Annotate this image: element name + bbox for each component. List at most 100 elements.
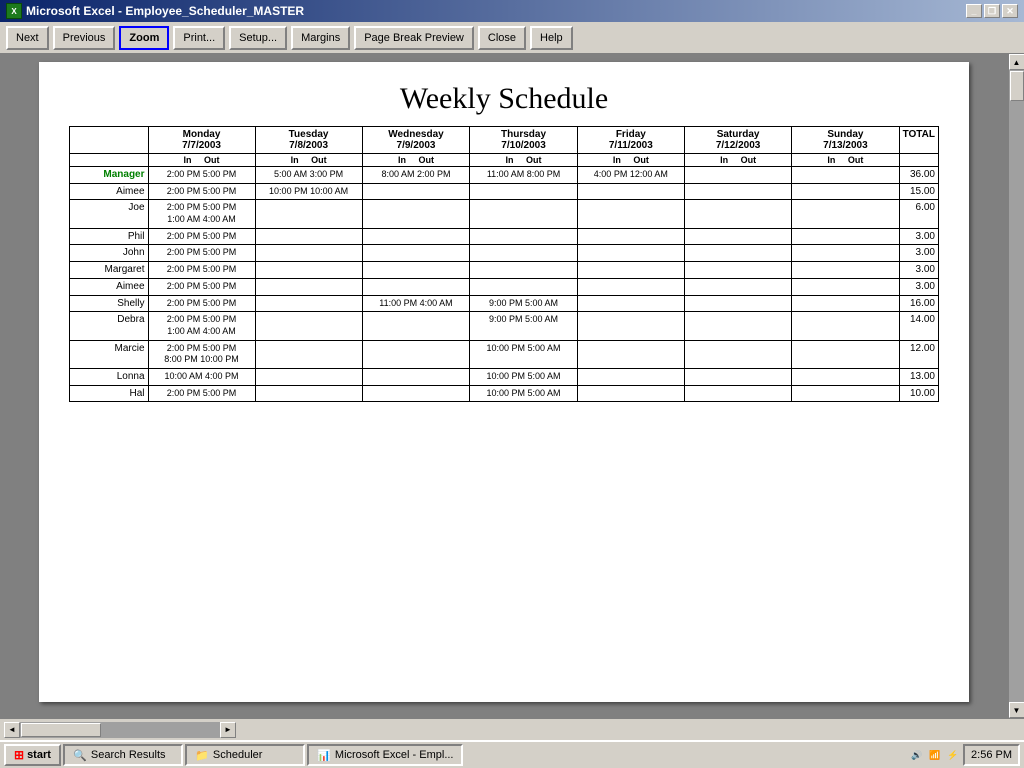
thursday-cell: 10:00 PM 5:00 AM: [470, 340, 577, 368]
saturday-header: Saturday7/12/2003: [684, 127, 791, 154]
employee-name: Hal: [70, 385, 149, 402]
window-title: Microsoft Excel - Employee_Scheduler_MAS…: [26, 4, 304, 18]
table-row: Phil2:00 PM 5:00 PM3.00: [70, 228, 939, 245]
minimize-button[interactable]: _: [966, 4, 982, 18]
thursday-cell: [470, 278, 577, 295]
wednesday-cell: [362, 385, 470, 402]
sunday-cell: [792, 183, 899, 200]
page-preview: Weekly Schedule Monday7/7/2003 Tuesday7/…: [39, 62, 969, 702]
close-button[interactable]: Close: [478, 26, 526, 50]
sunday-cell: [792, 295, 899, 312]
monday-cell: 2:00 PM 5:00 PM: [148, 167, 255, 184]
tray-icon-2: 📶: [927, 747, 943, 763]
thursday-cell: 9:00 PM 5:00 AM: [470, 312, 577, 340]
scroll-thumb[interactable]: [1010, 71, 1024, 101]
saturday-cell: [684, 295, 791, 312]
vertical-scrollbar[interactable]: ▲ ▼: [1008, 54, 1024, 718]
main-area: Weekly Schedule Monday7/7/2003 Tuesday7/…: [0, 54, 1024, 718]
taskbar: ⊞ start 🔍 Search Results 📁 Scheduler 📊 M…: [0, 740, 1024, 768]
restore-button[interactable]: ❐: [984, 4, 1000, 18]
monday-cell: 10:00 AM 4:00 PM: [148, 368, 255, 385]
friday-header: Friday7/11/2003: [577, 127, 684, 154]
sunday-cell: [792, 262, 899, 279]
horizontal-scrollbar[interactable]: ◄ ►: [4, 722, 1020, 738]
windows-logo: ⊞: [14, 748, 24, 762]
sunday-header: Sunday7/13/2003: [792, 127, 899, 154]
help-button[interactable]: Help: [530, 26, 573, 50]
wednesday-cell: 8:00 AM 2:00 PM: [362, 167, 470, 184]
employee-name: Aimee: [70, 278, 149, 295]
tuesday-header: Tuesday7/8/2003: [255, 127, 362, 154]
sunday-cell: [792, 340, 899, 368]
close-window-button[interactable]: ✕: [1002, 4, 1018, 18]
h-scroll-thumb[interactable]: [21, 723, 101, 737]
tuesday-cell: [255, 200, 362, 228]
wednesday-cell: [362, 262, 470, 279]
sunday-cell: [792, 278, 899, 295]
saturday-cell: [684, 245, 791, 262]
total-cell: 6.00: [899, 200, 938, 228]
saturday-cell: [684, 200, 791, 228]
wednesday-cell: [362, 245, 470, 262]
saturday-cell: [684, 262, 791, 279]
page-container[interactable]: Weekly Schedule Monday7/7/2003 Tuesday7/…: [0, 54, 1008, 718]
employee-name: Aimee: [70, 183, 149, 200]
scroll-up-button[interactable]: ▲: [1009, 54, 1024, 70]
print-button[interactable]: Print...: [173, 26, 225, 50]
scroll-left-button[interactable]: ◄: [4, 722, 20, 738]
monday-cell: 2:00 PM 5:00 PM: [148, 262, 255, 279]
employee-name: Manager: [70, 167, 149, 184]
setup-button[interactable]: Setup...: [229, 26, 287, 50]
table-row: Hal2:00 PM 5:00 PM10:00 PM 5:00 AM10.00: [70, 385, 939, 402]
total-cell: 15.00: [899, 183, 938, 200]
scroll-down-button[interactable]: ▼: [1009, 702, 1024, 718]
taskbar-search-results[interactable]: 🔍 Search Results: [63, 744, 183, 766]
tray-icon-3: ⚡: [945, 747, 961, 763]
employee-name: Marcie: [70, 340, 149, 368]
wednesday-header: Wednesday7/9/2003: [362, 127, 470, 154]
saturday-cell: [684, 183, 791, 200]
tuesday-cell: [255, 278, 362, 295]
friday-cell: [577, 368, 684, 385]
sunday-cell: [792, 312, 899, 340]
monday-cell: 2:00 PM 5:00 PM8:00 PM 10:00 PM: [148, 340, 255, 368]
tuesday-cell: [255, 228, 362, 245]
total-cell: 12.00: [899, 340, 938, 368]
monday-cell: 2:00 PM 5:00 PM: [148, 228, 255, 245]
fri-in-out: In Out: [577, 154, 684, 167]
saturday-cell: [684, 385, 791, 402]
start-button[interactable]: ⊞ start: [4, 744, 61, 766]
monday-cell: 2:00 PM 5:00 PM1:00 AM 4:00 AM: [148, 200, 255, 228]
title-bar: X Microsoft Excel - Employee_Scheduler_M…: [0, 0, 1024, 22]
wednesday-cell: [362, 228, 470, 245]
table-row: Manager2:00 PM 5:00 PM5:00 AM 3:00 PM8:0…: [70, 167, 939, 184]
taskbar-scheduler[interactable]: 📁 Scheduler: [185, 744, 305, 766]
previous-button[interactable]: Previous: [53, 26, 116, 50]
excel-icon: 📊: [317, 748, 331, 762]
wednesday-cell: [362, 183, 470, 200]
total-cell: 36.00: [899, 167, 938, 184]
scroll-right-button[interactable]: ►: [220, 722, 236, 738]
thursday-cell: [470, 183, 577, 200]
friday-cell: [577, 245, 684, 262]
sun-in-out: In Out: [792, 154, 899, 167]
thursday-cell: 10:00 PM 5:00 AM: [470, 385, 577, 402]
friday-cell: [577, 228, 684, 245]
thursday-cell: [470, 262, 577, 279]
sunday-cell: [792, 385, 899, 402]
total-cell: 13.00: [899, 368, 938, 385]
sunday-cell: [792, 368, 899, 385]
page-break-button[interactable]: Page Break Preview: [354, 26, 474, 50]
friday-cell: [577, 183, 684, 200]
employee-name: John: [70, 245, 149, 262]
total-cell: 16.00: [899, 295, 938, 312]
wednesday-cell: 11:00 PM 4:00 AM: [362, 295, 470, 312]
margins-button[interactable]: Margins: [291, 26, 350, 50]
tuesday-cell: 5:00 AM 3:00 PM: [255, 167, 362, 184]
employee-name: Lonna: [70, 368, 149, 385]
next-button[interactable]: Next: [6, 26, 49, 50]
saturday-cell: [684, 340, 791, 368]
total-subheader: [899, 154, 938, 167]
zoom-button[interactable]: Zoom: [119, 26, 169, 50]
taskbar-excel[interactable]: 📊 Microsoft Excel - Empl...: [307, 744, 464, 766]
